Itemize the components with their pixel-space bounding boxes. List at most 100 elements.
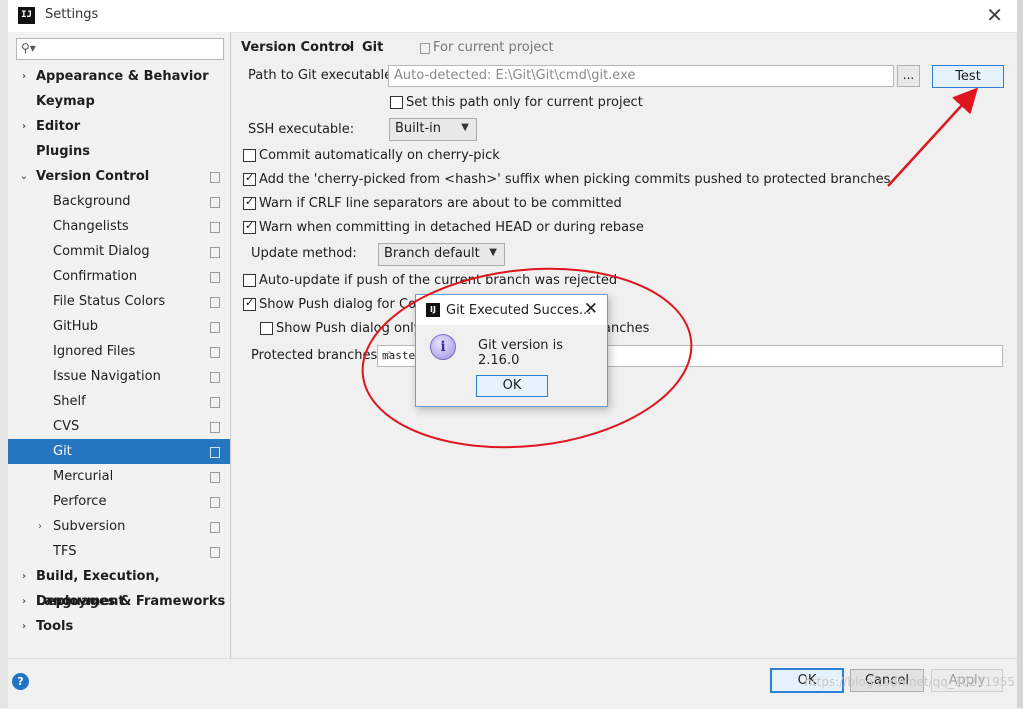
project-scope-icon [210,522,220,533]
sidebar-item-github[interactable]: GitHub [8,314,230,339]
show-push-only-label: Show Push dialog only w [276,321,437,336]
git-success-dialog: IJ Git Executed Succes... ✕ i Git versio… [415,294,608,407]
breadcrumb-parent[interactable]: Version Control [241,40,354,55]
project-scope-icon [210,247,220,258]
sidebar-item-perforce[interactable]: Perforce [8,489,230,514]
close-icon[interactable]: ✕ [986,3,1003,27]
sidebar-item-issue-navigation[interactable]: Issue Navigation [8,364,230,389]
sidebar-item-keymap[interactable]: Keymap [8,89,230,114]
sidebar-item-label: Languages & Frameworks [36,594,226,609]
sidebar-item-mercurial[interactable]: Mercurial [8,464,230,489]
project-scope-icon [210,222,220,233]
detached-head-label: Warn when committing in detached HEAD or… [259,220,644,235]
sidebar-item-confirmation[interactable]: Confirmation [8,264,230,289]
commit-cherry-label: Commit automatically on cherry-pick [259,148,500,163]
window-title: Settings [45,7,99,22]
auto-update-label: Auto-update if push of the current branc… [259,273,618,288]
sidebar-item-background[interactable]: Background [8,189,230,214]
intellij-logo-icon: IJ [426,303,440,317]
sidebar-item-ignored-files[interactable]: Ignored Files [8,339,230,364]
commit-cherry-checkbox[interactable] [243,149,256,162]
sidebar-item-subversion[interactable]: › Subversion [8,514,230,539]
sidebar-item-plugins[interactable]: Plugins [8,139,230,164]
project-scope-icon [210,372,220,383]
sidebar-item-changelists[interactable]: Changelists [8,214,230,239]
project-scope-icon [210,497,220,508]
sidebar-item-version-control[interactable]: ⌄ Version Control [8,164,230,189]
chevron-right-icon[interactable]: › [18,614,30,639]
ssh-label: SSH executable: [248,122,355,137]
sidebar-item-label: Background [53,194,131,209]
set-path-checkbox[interactable] [390,96,403,109]
chevron-down-icon[interactable]: ⌄ [18,164,30,189]
project-scope-icon [210,347,220,358]
protected-branches-label: Protected branches: [251,348,382,363]
browse-button[interactable]: ... [897,65,920,87]
sidebar-item-label: GitHub [53,319,99,334]
sidebar-item-cvs[interactable]: CVS [8,414,230,439]
project-scope-icon [210,297,220,308]
path-label: Path to Git executable: [248,68,397,83]
sidebar-item-label: Confirmation [53,269,138,284]
update-method-select[interactable]: Branch default ▼ [378,243,505,266]
sidebar-item-tfs[interactable]: TFS [8,539,230,564]
dialog-title-bar: IJ Git Executed Succes... ✕ [416,295,607,325]
show-push-only-tail: anches [603,321,650,336]
chevron-down-icon: ▼ [489,247,497,258]
project-scope-icon [210,472,220,483]
auto-update-checkbox[interactable] [243,274,256,287]
sidebar-item-commit-dialog[interactable]: Commit Dialog [8,239,230,264]
sidebar-item-label: Git [53,444,72,459]
sidebar-item-tools[interactable]: › Tools [8,614,230,639]
chevron-right-icon[interactable]: › [18,64,30,89]
show-push-only-checkbox[interactable] [260,322,273,335]
watermark: https://blog.csdn.net/qq_30211955 [804,675,1015,689]
sidebar-item-label: Subversion [53,519,126,534]
sidebar-item-languages-frameworks[interactable]: › Languages & Frameworks [8,589,230,614]
sidebar-item-label: TFS [53,544,77,559]
intellij-logo-icon: IJ [18,7,35,24]
update-method-value: Branch default [384,246,480,261]
cherry-suffix-label: Add the 'cherry-picked from <hash>' suff… [259,172,891,187]
search-icon: ⚲▾ [21,41,36,55]
sidebar-item-label: Ignored Files [53,344,136,359]
project-scope-icon [210,272,220,283]
breadcrumb-separator: › [347,40,353,55]
git-path-placeholder: Auto-detected: E:\Git\Git\cmd\git.exe [394,68,636,83]
sidebar-item-git[interactable]: Git [8,439,230,464]
sidebar-item-shelf[interactable]: Shelf [8,389,230,414]
set-path-label: Set this path only for current project [406,95,643,110]
sidebar-item-label: Commit Dialog [53,244,150,259]
sidebar-item-label: Issue Navigation [53,369,161,384]
test-button[interactable]: Test [932,65,1004,88]
show-push-checkbox[interactable] [243,296,256,311]
sidebar-item-file-status-colors[interactable]: File Status Colors [8,289,230,314]
sidebar-item-label: Changelists [53,219,129,234]
chevron-right-icon[interactable]: › [18,564,30,589]
info-icon: i [430,334,456,360]
help-icon[interactable]: ? [12,673,29,690]
dialog-ok-button[interactable]: OK [476,375,548,397]
dialog-close-icon[interactable]: ✕ [584,299,598,319]
ssh-executable-select[interactable]: Built-in ▼ [389,118,477,141]
chevron-right-icon[interactable]: › [18,114,30,139]
ssh-select-value: Built-in [395,121,442,136]
chevron-right-icon[interactable]: › [34,514,46,539]
sidebar-item-editor[interactable]: › Editor [8,114,230,139]
cherry-suffix-checkbox[interactable] [243,171,256,186]
chevron-down-icon: ▼ [461,122,469,133]
sidebar-item-label: Perforce [53,494,107,509]
settings-search-input[interactable]: ⚲▾ [16,38,224,60]
sidebar-item-appearance-behavior[interactable]: › Appearance & Behavior [8,64,230,89]
crlf-warning-label: Warn if CRLF line separators are about t… [259,196,622,211]
project-scope-icon [420,43,430,54]
project-scope-icon [210,547,220,558]
detached-head-checkbox[interactable] [243,219,256,234]
project-scope-icon [210,422,220,433]
chevron-right-icon[interactable]: › [18,589,30,614]
git-path-input[interactable]: Auto-detected: E:\Git\Git\cmd\git.exe [388,65,894,87]
crlf-warning-checkbox[interactable] [243,195,256,210]
sidebar-item-build-execution-deployment[interactable]: › Build, Execution, Deployment [8,564,230,609]
project-scope-icon [210,197,220,208]
sidebar-item-label: Tools [36,619,74,634]
